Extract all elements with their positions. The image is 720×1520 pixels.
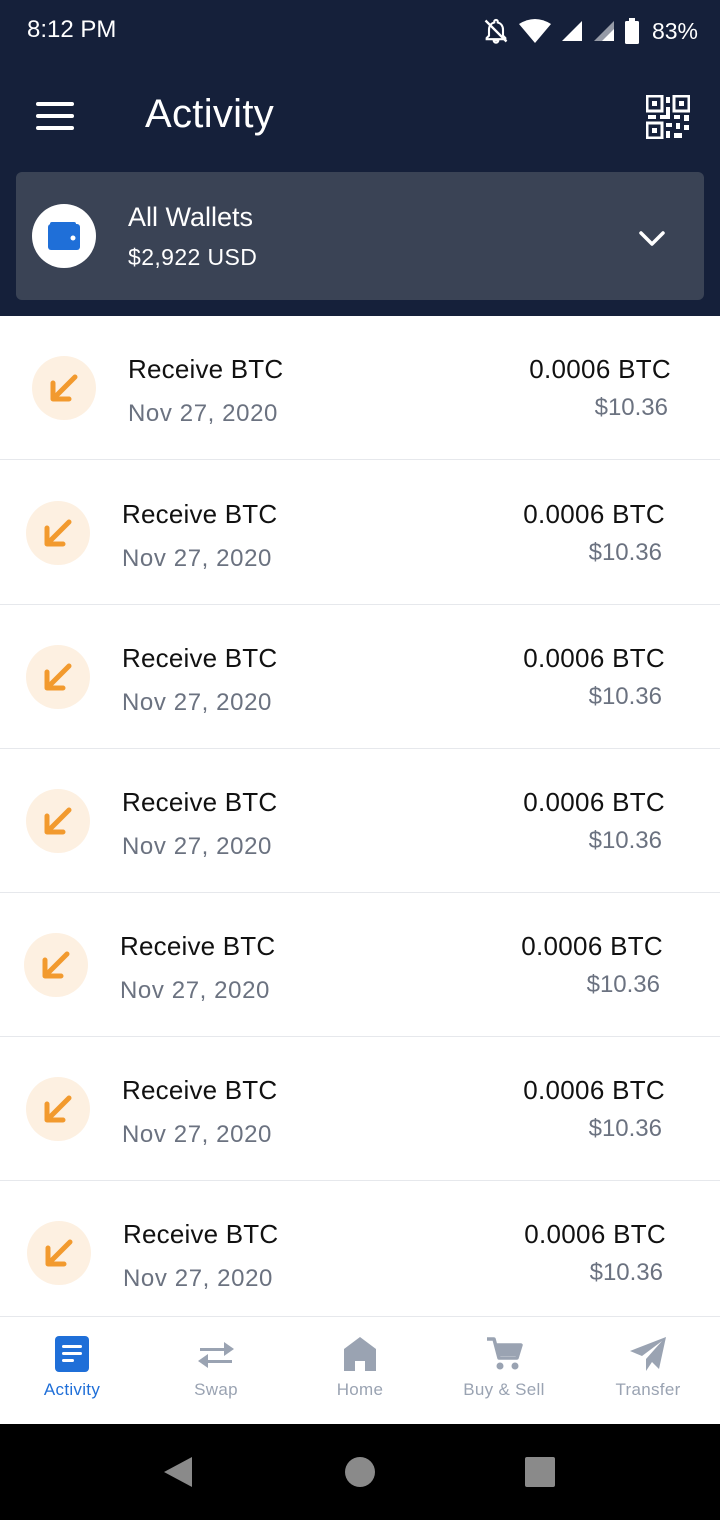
receive-arrow-icon	[24, 933, 88, 997]
activity-icon	[54, 1334, 90, 1374]
transaction-amount: 0.0006 BTC	[529, 354, 671, 384]
receive-arrow-icon	[26, 501, 90, 565]
transaction-date: Nov 27, 2020	[122, 1121, 272, 1148]
transaction-usd-value: $10.36	[594, 394, 668, 421]
receive-arrow-icon	[27, 1221, 91, 1285]
transaction-date: Nov 27, 2020	[128, 400, 278, 427]
cart-icon	[485, 1334, 523, 1374]
transaction-date: Nov 27, 2020	[122, 833, 272, 860]
transaction-row[interactable]: Receive BTC Nov 27, 2020 0.0006 BTC $10.36	[0, 316, 720, 460]
transaction-list: Receive BTC Nov 27, 2020 0.0006 BTC $10.36 R…	[0, 316, 720, 1316]
transaction-title: Receive BTC	[122, 1075, 278, 1105]
receive-arrow-icon	[26, 645, 90, 709]
wallet-selector[interactable]: All Wallets $2,922 USD	[16, 172, 704, 300]
bottom-navigation: Activity Swap Home Buy & Sell Transfer	[0, 1316, 720, 1424]
page-title: Activity	[145, 92, 275, 136]
status-time: 8:12 PM	[27, 16, 117, 43]
nav-label: Activity	[43, 1380, 101, 1399]
system-navigation-bar	[0, 1424, 720, 1520]
transaction-row[interactable]: Receive BTC Nov 27, 2020 0.0006 BTC $10.36	[0, 605, 720, 749]
wallet-balance: $2,922 USD	[128, 244, 258, 270]
transaction-row[interactable]: Receive BTC Nov 27, 2020 0.0006 BTC $10.36	[0, 893, 720, 1037]
transaction-row[interactable]: Receive BTC Nov 27, 2020 0.0006 BTC $10.36	[0, 461, 720, 605]
receive-arrow-icon	[26, 789, 90, 853]
transaction-date: Nov 27, 2020	[122, 689, 272, 716]
back-icon[interactable]	[162, 1455, 194, 1489]
battery-percentage: 83%	[651, 17, 698, 44]
transaction-amount: 0.0006 BTC	[523, 499, 665, 529]
receive-arrow-icon	[32, 356, 96, 420]
swap-icon	[196, 1334, 236, 1374]
wallet-name: All Wallets	[128, 202, 254, 232]
app-header: Activity All Wallets $2,922 USD	[0, 62, 720, 316]
transaction-usd-value: $10.36	[589, 1259, 663, 1286]
signal-icon	[593, 21, 614, 41]
transaction-usd-value: $10.36	[588, 683, 662, 710]
qr-code-icon[interactable]	[645, 94, 691, 140]
transaction-amount: 0.0006 BTC	[521, 931, 663, 961]
transaction-title: Receive BTC	[122, 499, 278, 529]
nav-swap[interactable]: Swap	[144, 1317, 288, 1425]
transaction-usd-value: $10.36	[588, 539, 662, 566]
home-icon	[342, 1334, 378, 1374]
transaction-row[interactable]: Receive BTC Nov 27, 2020 0.0006 BTC $10.36	[0, 1181, 720, 1316]
recents-icon[interactable]	[524, 1456, 556, 1488]
send-icon	[628, 1334, 668, 1374]
transaction-row[interactable]: Receive BTC Nov 27, 2020 0.0006 BTC $10.36	[0, 749, 720, 893]
transaction-amount: 0.0006 BTC	[523, 787, 665, 817]
bell-off-icon	[484, 18, 508, 44]
transaction-amount: 0.0006 BTC	[524, 1219, 666, 1249]
transaction-usd-value: $10.36	[588, 827, 662, 854]
nav-label: Home	[336, 1380, 384, 1399]
hamburger-menu-icon[interactable]	[36, 102, 76, 134]
home-circle-icon[interactable]	[344, 1456, 376, 1488]
transaction-date: Nov 27, 2020	[122, 545, 272, 572]
transaction-title: Receive BTC	[122, 643, 278, 673]
transaction-date: Nov 27, 2020	[120, 977, 270, 1004]
battery-icon	[624, 18, 639, 44]
transaction-title: Receive BTC	[120, 931, 276, 961]
transaction-amount: 0.0006 BTC	[523, 643, 665, 673]
transaction-usd-value: $10.36	[588, 1115, 662, 1142]
transaction-title: Receive BTC	[122, 787, 278, 817]
wifi-icon	[518, 19, 551, 43]
nav-label: Swap	[194, 1380, 238, 1399]
transaction-title: Receive BTC	[128, 354, 284, 384]
chevron-down-icon[interactable]	[638, 230, 666, 248]
nav-buy-sell[interactable]: Buy & Sell	[432, 1317, 576, 1425]
status-icons: 83%	[482, 14, 698, 48]
signal-icon	[561, 21, 582, 41]
transaction-title: Receive BTC	[123, 1219, 279, 1249]
transaction-row[interactable]: Receive BTC Nov 27, 2020 0.0006 BTC $10.36	[0, 1037, 720, 1181]
status-bar: 8:12 PM 83%	[0, 0, 720, 62]
transaction-usd-value: $10.36	[586, 971, 660, 998]
nav-activity[interactable]: Activity	[0, 1317, 144, 1425]
transaction-date: Nov 27, 2020	[123, 1265, 273, 1292]
nav-transfer[interactable]: Transfer	[576, 1317, 720, 1425]
nav-home[interactable]: Home	[288, 1317, 432, 1425]
nav-label: Transfer	[615, 1380, 681, 1399]
nav-label: Buy & Sell	[463, 1380, 545, 1399]
transaction-amount: 0.0006 BTC	[523, 1075, 665, 1105]
wallet-icon	[32, 204, 96, 268]
receive-arrow-icon	[26, 1077, 90, 1141]
